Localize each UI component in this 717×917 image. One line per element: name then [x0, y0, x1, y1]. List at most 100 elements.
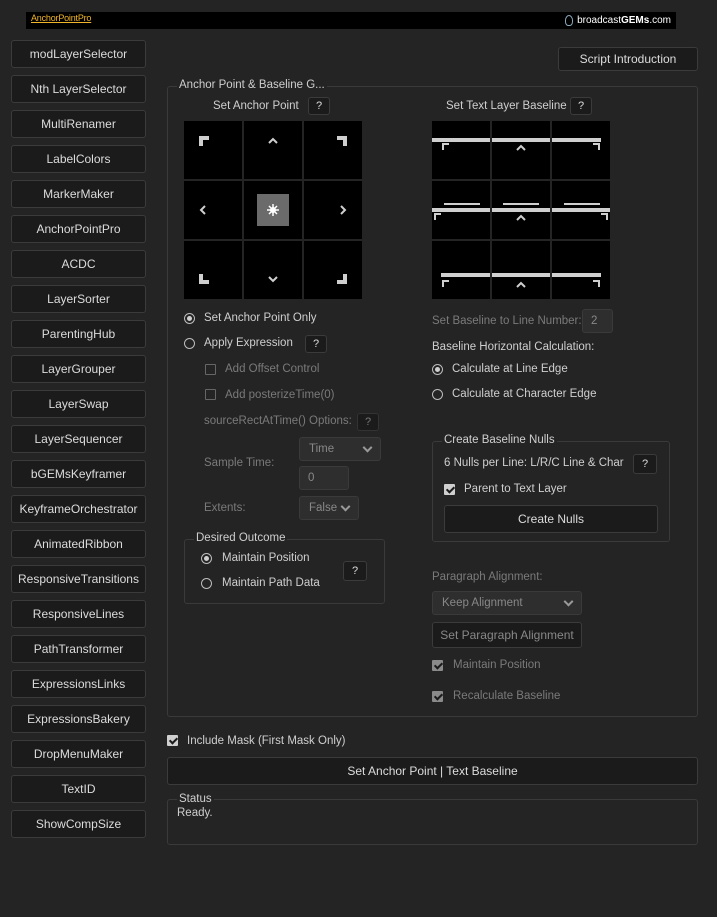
- baseline-top-left[interactable]: [432, 121, 490, 179]
- chevron-down-icon: [362, 442, 373, 453]
- anchor-top-right[interactable]: [304, 121, 362, 179]
- baseline-bottom-left[interactable]: [432, 241, 490, 299]
- parent-to-text-checkbox[interactable]: [444, 484, 455, 495]
- header-bar: AnchorPointPro broadcastGEMs.com: [26, 12, 676, 29]
- create-nulls-title: Create Baseline Nulls: [442, 434, 557, 446]
- baseline-help-button[interactable]: ?: [570, 97, 592, 115]
- baseline-middle-left[interactable]: [432, 181, 490, 239]
- script-introduction-button[interactable]: Script Introduction: [558, 47, 698, 71]
- chevron-down-icon: [340, 501, 351, 512]
- sidebar-button-expressionsbakery[interactable]: ExpressionsBakery: [11, 705, 146, 733]
- sidebar-button-layersorter[interactable]: LayerSorter: [11, 285, 146, 313]
- anchor-only-radio[interactable]: [184, 313, 195, 324]
- baseline-grid: [432, 121, 610, 299]
- anchorpointpro-logo: AnchorPointPro: [31, 13, 92, 23]
- paragraph-alignment-dropdown[interactable]: Keep Alignment: [432, 591, 582, 615]
- sidebar-button-modlayerselector[interactable]: modLayerSelector: [11, 40, 146, 68]
- anchor-top-left[interactable]: [184, 121, 242, 179]
- apply-expression-radio[interactable]: [184, 338, 195, 349]
- recalculate-baseline-checkbox[interactable]: [432, 691, 443, 702]
- nulls-help-button[interactable]: ?: [633, 454, 657, 474]
- status-text: Ready.: [177, 807, 213, 819]
- sidebar-button-labelcolors[interactable]: LabelColors: [11, 145, 146, 173]
- sidebar-button-keyframeorchestrator[interactable]: KeyframeOrchestrator: [11, 495, 146, 523]
- baseline-bottom-center[interactable]: [492, 241, 550, 299]
- set-baseline-title: Set Text Layer Baseline: [446, 100, 567, 112]
- sidebar-button-layergrouper[interactable]: LayerGrouper: [11, 355, 146, 383]
- paragraph-alignment-label: Paragraph Alignment:: [432, 571, 543, 583]
- source-rect-label: sourceRectAtTime() Options:: [204, 415, 352, 427]
- desired-outcome-title: Desired Outcome: [194, 532, 288, 544]
- parent-to-text-label: Parent to Text Layer: [464, 483, 567, 495]
- broadcastgems-logo: broadcastGEMs.com: [565, 12, 671, 29]
- sidebar-button-nth-layerselector[interactable]: Nth LayerSelector: [11, 75, 146, 103]
- status-panel: [167, 799, 698, 845]
- apply-anchor-baseline-button[interactable]: Set Anchor Point | Text Baseline: [167, 757, 698, 785]
- sidebar-button-parentinghub[interactable]: ParentingHub: [11, 320, 146, 348]
- baseline-top-center[interactable]: [492, 121, 550, 179]
- sidebar-button-acdc[interactable]: ACDC: [11, 250, 146, 278]
- include-mask-label: Include Mask (First Mask Only): [187, 735, 346, 747]
- sidebar-button-bgemskeyframer[interactable]: bGEMsKeyframer: [11, 460, 146, 488]
- add-posterize-label: Add posterizeTime(0): [225, 389, 335, 401]
- sidebar-button-multirenamer[interactable]: MultiRenamer: [11, 110, 146, 138]
- sidebar-button-layerswap[interactable]: LayerSwap: [11, 390, 146, 418]
- expression-help-button[interactable]: ?: [305, 335, 327, 353]
- paragraph-maintain-position-label: Maintain Position: [453, 659, 541, 671]
- baseline-top-right[interactable]: [552, 121, 610, 179]
- sidebar-button-expressionslinks[interactable]: ExpressionsLinks: [11, 670, 146, 698]
- set-paragraph-alignment-button[interactable]: Set Paragraph Alignment: [432, 622, 582, 648]
- sidebar-button-showcompsize[interactable]: ShowCompSize: [11, 810, 146, 838]
- line-number-label: Set Baseline to Line Number:: [432, 315, 582, 327]
- sidebar-button-textid[interactable]: TextID: [11, 775, 146, 803]
- sample-time-dropdown[interactable]: Time: [299, 437, 381, 461]
- char-edge-radio[interactable]: [432, 389, 443, 400]
- anchor-only-label: Set Anchor Point Only: [204, 312, 317, 324]
- set-anchor-point-title: Set Anchor Point: [213, 100, 299, 112]
- add-posterize-checkbox[interactable]: [205, 389, 216, 400]
- anchor-middle-right[interactable]: [304, 181, 362, 239]
- outcome-help-button[interactable]: ?: [343, 561, 367, 581]
- baseline-middle-right[interactable]: [552, 181, 610, 239]
- baseline-middle-center[interactable]: [492, 181, 550, 239]
- sidebar-button-pathtransformer[interactable]: PathTransformer: [11, 635, 146, 663]
- maintain-position-radio[interactable]: [201, 553, 212, 564]
- anchor-grid: [184, 121, 362, 299]
- maintain-position-label: Maintain Position: [222, 552, 310, 564]
- source-rect-help-button[interactable]: ?: [357, 413, 379, 431]
- anchor-top-center[interactable]: [244, 121, 302, 179]
- line-number-input[interactable]: 2: [582, 309, 613, 333]
- add-offset-checkbox[interactable]: [205, 364, 216, 375]
- anchor-center[interactable]: [244, 181, 302, 239]
- anchor-help-button[interactable]: ?: [308, 97, 330, 115]
- sidebar-button-dropmenumaker[interactable]: DropMenuMaker: [11, 740, 146, 768]
- create-nulls-button[interactable]: Create Nulls: [444, 505, 658, 533]
- extents-label: Extents:: [204, 502, 246, 514]
- anchor-bottom-center[interactable]: [244, 241, 302, 299]
- sidebar-button-anchorpointpro[interactable]: AnchorPointPro: [11, 215, 146, 243]
- sidebar-button-markermaker[interactable]: MarkerMaker: [11, 180, 146, 208]
- sidebar-button-responsivetransitions[interactable]: ResponsiveTransitions: [11, 565, 146, 593]
- anchor-bottom-right[interactable]: [304, 241, 362, 299]
- include-mask-checkbox[interactable]: [167, 735, 178, 746]
- apply-expression-label: Apply Expression: [204, 337, 293, 349]
- sample-time-input[interactable]: 0: [299, 466, 349, 490]
- add-offset-label: Add Offset Control: [225, 363, 320, 375]
- recalculate-baseline-label: Recalculate Baseline: [453, 690, 561, 702]
- line-edge-radio[interactable]: [432, 364, 443, 375]
- sidebar-button-layersequencer[interactable]: LayerSequencer: [11, 425, 146, 453]
- extents-dropdown[interactable]: False: [299, 496, 359, 520]
- panel-title: Anchor Point & Baseline G...: [177, 79, 327, 91]
- chevron-down-icon: [563, 596, 574, 607]
- anchor-middle-left[interactable]: [184, 181, 242, 239]
- paragraph-maintain-position-checkbox[interactable]: [432, 660, 443, 671]
- sidebar-button-responsivelines[interactable]: ResponsiveLines: [11, 600, 146, 628]
- maintain-path-radio[interactable]: [201, 578, 212, 589]
- horizontal-calc-label: Baseline Horizontal Calculation:: [432, 341, 595, 353]
- baseline-bottom-right[interactable]: [552, 241, 610, 299]
- gem-icon: [565, 15, 574, 26]
- anchor-bottom-left[interactable]: [184, 241, 242, 299]
- sidebar-button-animatedribbon[interactable]: AnimatedRibbon: [11, 530, 146, 558]
- status-title: Status: [177, 793, 214, 805]
- char-edge-label: Calculate at Character Edge: [452, 388, 597, 400]
